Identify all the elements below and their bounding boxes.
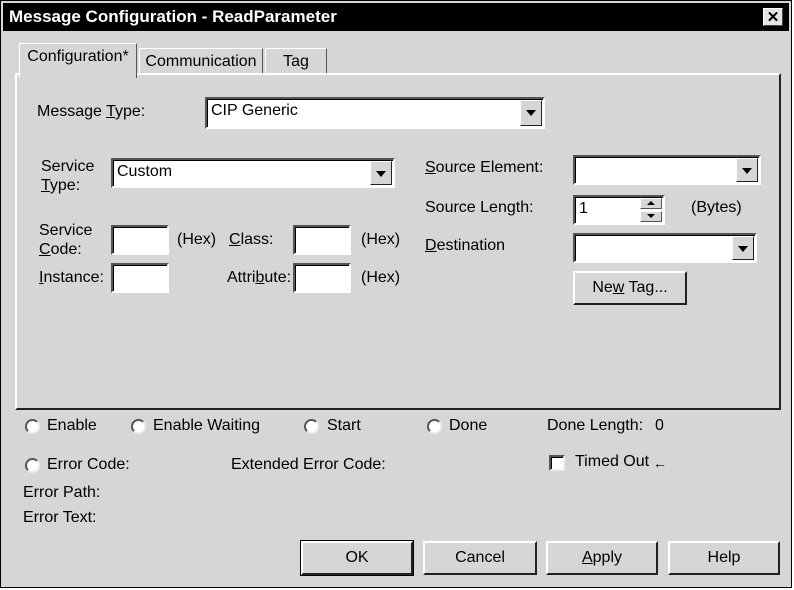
destination-select[interactable] [573, 233, 757, 263]
chevron-down-icon[interactable] [736, 158, 758, 182]
apply-button[interactable]: Apply [546, 541, 658, 575]
enable-waiting-label: Enable Waiting [153, 417, 261, 434]
tab-tag-label: Tag [283, 53, 309, 70]
chevron-down-icon[interactable] [370, 161, 392, 185]
source-length-stepper[interactable]: 1 [573, 195, 665, 225]
class-hex-unit: (Hex) [361, 231, 401, 248]
enable-waiting-indicator [131, 419, 146, 434]
enable-indicator [25, 419, 40, 434]
message-configuration-window: Message Configuration - ReadParameter ✕ … [0, 0, 792, 588]
source-element-label: Source Element: [425, 159, 544, 176]
spin-up-icon[interactable] [640, 198, 662, 209]
message-type-label: Message Type: [37, 103, 146, 120]
chevron-down-icon[interactable] [520, 100, 542, 126]
start-indicator [304, 419, 319, 434]
source-length-unit: (Bytes) [691, 199, 742, 216]
ok-button[interactable]: OK [300, 540, 414, 576]
extended-error-code-label: Extended Error Code: [231, 456, 386, 473]
close-icon[interactable]: ✕ [763, 8, 783, 26]
start-label: Start [327, 417, 361, 434]
tab-communication-label: Communication [145, 53, 257, 70]
spin-down-icon[interactable] [640, 211, 662, 222]
service-type-select[interactable]: Custom [111, 158, 395, 188]
new-tag-button[interactable]: New Tag... [573, 271, 687, 305]
done-length-label: Done Length: [547, 417, 644, 434]
chevron-down-icon[interactable] [732, 236, 754, 260]
service-code-label: Service Code: [39, 222, 93, 258]
error-path-label: Error Path: [23, 484, 101, 501]
tab-configuration-label: Configuration* [27, 48, 129, 65]
class-input[interactable] [293, 225, 351, 255]
done-label: Done [449, 417, 488, 434]
enable-label: Enable [47, 417, 97, 434]
message-type-value: CIP Generic [211, 102, 298, 119]
instance-input[interactable] [111, 263, 169, 293]
instance-label: Instance: [39, 269, 104, 286]
attribute-label: Attribute: [227, 269, 292, 286]
service-code-input[interactable] [111, 225, 169, 255]
error-code-indicator [25, 458, 40, 473]
source-length-label: Source Length: [425, 199, 534, 216]
destination-label: Destination [425, 237, 506, 254]
tab-configuration[interactable]: Configuration* [19, 43, 137, 78]
cancel-button[interactable]: Cancel [423, 541, 537, 575]
window-title: Message Configuration - ReadParameter [9, 7, 337, 26]
done-indicator [427, 419, 442, 434]
help-button[interactable]: Help [668, 541, 780, 575]
class-label: Class: [229, 231, 274, 248]
service-type-value: Custom [117, 163, 173, 180]
service-code-hex-unit: (Hex) [177, 231, 217, 248]
attribute-hex-unit: (Hex) [361, 269, 401, 286]
error-text-label: Error Text: [23, 509, 97, 526]
timed-out-label: Timed Out [575, 453, 650, 470]
title-bar: Message Configuration - ReadParameter ✕ [3, 3, 789, 31]
source-element-select[interactable] [573, 155, 761, 185]
message-type-select[interactable]: CIP Generic [205, 97, 545, 129]
done-length-value: 0 [655, 417, 664, 434]
attribute-input[interactable] [293, 263, 351, 293]
timed-out-checkbox[interactable] [549, 455, 565, 471]
service-type-label: Service Type: [41, 158, 95, 194]
arrow-left-icon: ← [653, 455, 667, 471]
error-code-label: Error Code: [47, 456, 130, 473]
source-length-value: 1 [579, 200, 588, 217]
configuration-panel: Message Type: CIP Generic Service Type: C… [15, 73, 781, 410]
